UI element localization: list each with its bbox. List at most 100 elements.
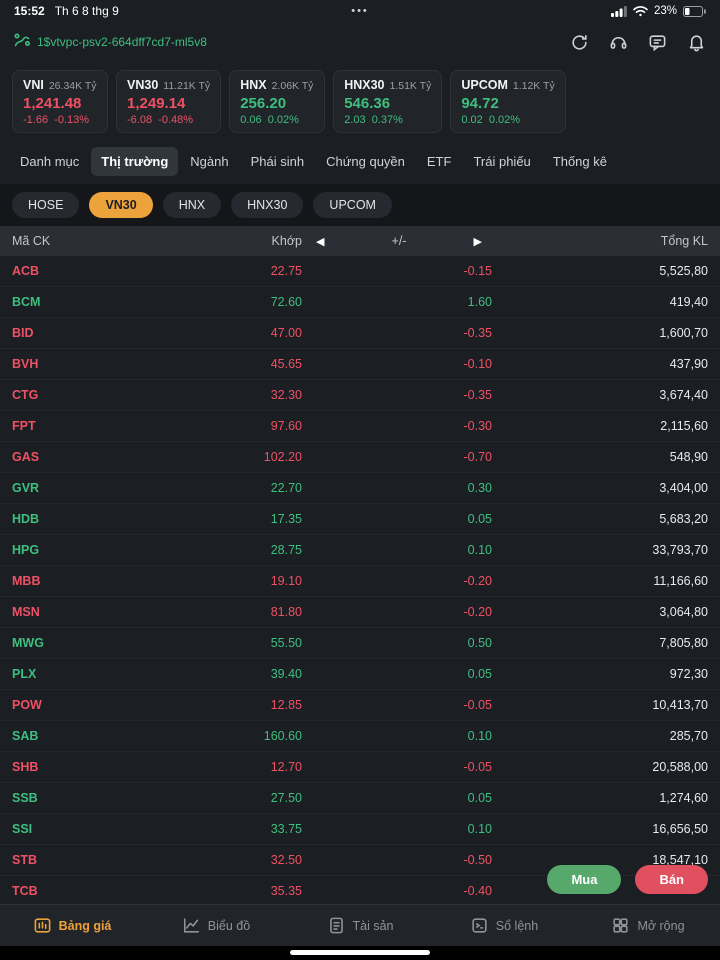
symbol-cell: FPT: [12, 419, 112, 433]
table-row-shb[interactable]: SHB12.70-0.0520,588,00: [0, 752, 720, 783]
price-cell: 19.10: [112, 574, 302, 588]
symbol-cell: ACB: [12, 264, 112, 278]
home-bar: [0, 946, 720, 960]
nav-biểu-đồ[interactable]: Biểu đồ: [144, 905, 288, 946]
price-cell: 27.50: [112, 791, 302, 805]
index-card-hnx[interactable]: HNX2.06K Tỷ256.200.06 0.02%: [229, 70, 325, 133]
index-card-header: HNX2.06K Tỷ: [240, 78, 314, 92]
table-row-ctg[interactable]: CTG32.30-0.353,674,40: [0, 380, 720, 411]
tab-thị-trường[interactable]: Thị trường: [91, 147, 178, 176]
table-row-gvr[interactable]: GVR22.700.303,404,00: [0, 473, 720, 504]
change-cell: -0.10: [302, 357, 492, 371]
change-cell: -0.20: [302, 605, 492, 619]
index-card-upcom[interactable]: UPCOM1.12K Tỷ94.720.02 0.02%: [450, 70, 565, 133]
index-card-hnx30[interactable]: HNX301.51K Tỷ546.362.03 0.37%: [333, 70, 442, 133]
symbol-cell: SHB: [12, 760, 112, 774]
table-row-ssi[interactable]: SSI33.750.1016,656,50: [0, 814, 720, 845]
top-bar: 1$vtvpc-psv2-664dff7cd7-ml5v8: [0, 22, 720, 62]
notification-bell-icon[interactable]: [687, 33, 706, 52]
table-row-bid[interactable]: BID47.00-0.351,600,70: [0, 318, 720, 349]
table-row-plx[interactable]: PLX39.400.05972,30: [0, 659, 720, 690]
filter-vn30[interactable]: VN30: [89, 192, 152, 218]
index-card-vn30[interactable]: VN3011.21K Tỷ1,249.14-6.08 -0.48%: [116, 70, 221, 133]
index-change: -6.08 -0.48%: [127, 114, 210, 126]
nav-sổ-lệnh[interactable]: Sổ lệnh: [432, 905, 576, 946]
symbol-cell: BID: [12, 326, 112, 340]
table-row-ssb[interactable]: SSB27.500.051,274,60: [0, 783, 720, 814]
symbol-cell: POW: [12, 698, 112, 712]
volume-cell: 419,40: [492, 295, 708, 309]
col-change-header: +/-: [392, 234, 407, 248]
table-row-mwg[interactable]: MWG55.500.507,805,80: [0, 628, 720, 659]
price-cell: 22.70: [112, 481, 302, 495]
price-cell: 45.65: [112, 357, 302, 371]
filter-hose[interactable]: HOSE: [12, 192, 79, 218]
index-value: 1,241.48: [23, 95, 97, 112]
change-cell: 0.10: [302, 822, 492, 836]
volume-cell: 548,90: [492, 450, 708, 464]
filter-upcom[interactable]: UPCOM: [313, 192, 392, 218]
volume-cell: 3,404,00: [492, 481, 708, 495]
support-headset-icon[interactable]: [609, 33, 628, 52]
tab-thống-kê[interactable]: Thống kê: [543, 147, 617, 176]
pager-next-icon[interactable]: ▶: [474, 235, 482, 248]
price-cell: 39.40: [112, 667, 302, 681]
table-row-pow[interactable]: POW12.85-0.0510,413,70: [0, 690, 720, 721]
tab-etf[interactable]: ETF: [417, 147, 462, 176]
price-cell: 102.20: [112, 450, 302, 464]
volume-cell: 972,30: [492, 667, 708, 681]
change-cell: 0.10: [302, 729, 492, 743]
table-row-hpg[interactable]: HPG28.750.1033,793,70: [0, 535, 720, 566]
status-left: 15:52 Th 6 8 thg 9: [14, 4, 119, 18]
chart-icon: [182, 916, 201, 935]
volume-cell: 7,805,80: [492, 636, 708, 650]
nav-bảng-giá[interactable]: Bảng giá: [0, 905, 144, 946]
tab-phái-sinh[interactable]: Phái sinh: [241, 147, 314, 176]
refresh-icon[interactable]: [570, 33, 589, 52]
nav-tài-sản[interactable]: Tài sản: [288, 905, 432, 946]
filter-hnx[interactable]: HNX: [163, 192, 221, 218]
tab-trái-phiếu[interactable]: Trái phiếu: [463, 147, 540, 176]
table-row-mbb[interactable]: MBB19.10-0.2011,166,60: [0, 566, 720, 597]
change-cell: 1.60: [302, 295, 492, 309]
home-indicator[interactable]: [290, 950, 430, 955]
table-row-sab[interactable]: SAB160.600.10285,70: [0, 721, 720, 752]
top-action-icons: [570, 33, 706, 52]
change-cell: -0.50: [302, 853, 492, 867]
orders-icon: [470, 916, 489, 935]
col-volume-header: Tổng KL: [492, 234, 708, 248]
tab-danh-mục[interactable]: Danh mục: [10, 147, 89, 176]
tab-chứng-quyền[interactable]: Chứng quyền: [316, 147, 415, 176]
table-row-msn[interactable]: MSN81.80-0.203,064,80: [0, 597, 720, 628]
price-cell: 160.60: [112, 729, 302, 743]
table-row-acb[interactable]: ACB22.75-0.155,525,80: [0, 256, 720, 287]
symbol-cell: MWG: [12, 636, 112, 650]
table-row-hdb[interactable]: HDB17.350.055,683,20: [0, 504, 720, 535]
index-name: VN30: [127, 78, 158, 92]
index-card-vni[interactable]: VNI26.34K Tỷ1,241.48-1.66 -0.13%: [12, 70, 108, 133]
table-row-bvh[interactable]: BVH45.65-0.10437,90: [0, 349, 720, 380]
chat-feedback-icon[interactable]: [648, 33, 667, 52]
table-row-fpt[interactable]: FPT97.60-0.302,115,60: [0, 411, 720, 442]
index-turnover: 11.21K Tỷ: [163, 80, 210, 92]
change-cell: 0.50: [302, 636, 492, 650]
change-cell: -0.15: [302, 264, 492, 278]
price-cell: 17.35: [112, 512, 302, 526]
pager-prev-icon[interactable]: ◀: [316, 235, 324, 248]
price-cell: 32.50: [112, 853, 302, 867]
table-row-bcm[interactable]: BCM72.601.60419,40: [0, 287, 720, 318]
price-board-icon: [33, 916, 52, 935]
nav-mở-rộng[interactable]: Mở rộng: [576, 905, 720, 946]
table-row-gas[interactable]: GAS102.20-0.70548,90: [0, 442, 720, 473]
buy-button[interactable]: Mua: [547, 865, 621, 894]
index-card-header: UPCOM1.12K Tỷ: [461, 78, 554, 92]
filter-hnx30[interactable]: HNX30: [231, 192, 303, 218]
price-cell: 47.00: [112, 326, 302, 340]
change-cell: 0.05: [302, 667, 492, 681]
tab-ngành[interactable]: Ngành: [180, 147, 238, 176]
index-cards: VNI26.34K Tỷ1,241.48-1.66 -0.13% VN30 11.2…: [0, 62, 720, 145]
sell-button[interactable]: Bán: [635, 865, 708, 894]
index-name: UPCOM: [461, 78, 508, 92]
price-cell: 33.75: [112, 822, 302, 836]
volume-cell: 1,600,70: [492, 326, 708, 340]
